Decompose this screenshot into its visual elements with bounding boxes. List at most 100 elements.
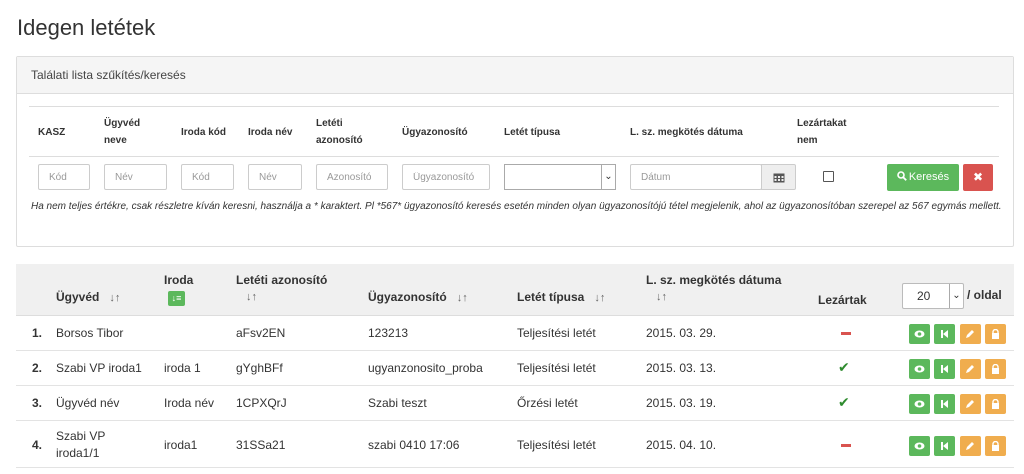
step-back-button[interactable] [934, 324, 955, 344]
filter-panel: Találati lista szűkítés/keresés [16, 56, 1014, 247]
sort-icon[interactable]: ↓↑ [246, 289, 327, 306]
sort-icon[interactable]: ↓↑ [109, 292, 120, 304]
label-kasz: KASZ [38, 127, 66, 138]
cell-ugyved: Szabi VP iroda1/1 [56, 429, 106, 460]
sort-icon[interactable]: ↓↑ [656, 289, 781, 306]
cell-leteti-azonosito: 31SSa21 [236, 438, 286, 452]
calendar-button[interactable] [761, 164, 796, 190]
edit-icon [966, 442, 974, 450]
per-page-select[interactable]: 20 ⌄ [902, 283, 964, 309]
cell-iroda: Iroda név [164, 396, 215, 410]
cell-iroda: iroda 1 [164, 361, 201, 375]
per-page-value: 20 [917, 289, 931, 303]
row-number: 1. [32, 326, 43, 340]
close-icon: ✖ [972, 170, 984, 184]
label-iroda-nev: Iroda név [248, 127, 293, 138]
ugyazonosito-input[interactable] [402, 164, 490, 190]
col-iroda[interactable]: Iroda ↓≡ [164, 272, 193, 306]
iroda-nev-input[interactable] [248, 164, 302, 190]
edit-button[interactable] [960, 324, 981, 344]
cell-leteti-azonosito: aFsv2EN [236, 326, 286, 340]
row-number: 2. [32, 361, 43, 375]
step-back-icon [941, 330, 948, 338]
search-icon [897, 171, 907, 181]
minus-icon [841, 332, 851, 335]
cell-ugyazonosito: 123213 [368, 326, 409, 340]
date-input[interactable] [630, 164, 762, 190]
clear-button[interactable]: ✖ [963, 164, 993, 191]
col-leteti-azonosito[interactable]: Letéti azonosító ↓↑ [236, 272, 327, 306]
lock-button[interactable] [985, 436, 1006, 456]
calendar-icon [773, 173, 785, 183]
cell-letet-tipusa: Őrzési letét [517, 396, 578, 410]
sort-active-icon[interactable]: ↓≡ [168, 291, 185, 306]
cell-datum: 2015. 03. 29. [646, 326, 717, 340]
col-lezartak: Lezártak [818, 293, 867, 307]
sort-icon[interactable]: ↓↑ [594, 292, 605, 304]
search-hint: Ha nem teljes értékre, csak részletre kí… [31, 201, 1002, 212]
step-back-button[interactable] [934, 394, 955, 414]
edit-icon [966, 330, 974, 338]
search-button-label: Keresés [908, 171, 950, 183]
edit-button[interactable] [960, 394, 981, 414]
cell-letet-tipusa: Teljesítési letét [517, 361, 596, 375]
check-icon: ✔ [838, 359, 850, 375]
cell-ugyazonosito: szabi 0410 17:06 [368, 438, 460, 452]
col-letet-tipusa[interactable]: Letét típusa ↓↑ [517, 289, 605, 307]
step-back-button[interactable] [934, 436, 955, 456]
letet-tipusa-select[interactable]: ⌄ [504, 164, 616, 190]
step-back-icon [941, 400, 948, 408]
search-button[interactable]: Keresés [887, 164, 959, 191]
label-megkotes-datuma: L. sz. megkötés dátuma [630, 127, 743, 138]
iroda-kod-input[interactable] [181, 164, 234, 190]
row-number: 4. [32, 438, 43, 452]
cell-ugyved: Szabi VP iroda1 [56, 361, 142, 375]
table-header: Ügyvéd ↓↑ Iroda ↓≡ Letéti azonosító ↓↑ Ü… [16, 264, 1014, 316]
view-icon [914, 400, 925, 408]
kasz-input[interactable] [38, 164, 90, 190]
lock-icon [992, 399, 999, 409]
per-page-label: / oldal [967, 288, 1002, 302]
view-icon [914, 330, 925, 338]
col-ugyazonosito[interactable]: Ügyazonosító ↓↑ [368, 289, 468, 307]
cell-leteti-azonosito: 1CPXQrJ [236, 396, 287, 410]
minus-icon [841, 444, 851, 447]
lock-icon [992, 364, 999, 374]
step-back-button[interactable] [934, 359, 955, 379]
edit-button[interactable] [960, 436, 981, 456]
table-row: 3. Ügyvéd név Iroda név 1CPXQrJ Szabi te… [16, 386, 1014, 421]
edit-icon [966, 400, 974, 408]
cell-ugyved: Borsos Tibor [56, 326, 124, 340]
lezartakat-nem-checkbox[interactable] [823, 171, 834, 182]
row-number: 3. [32, 396, 43, 410]
view-button[interactable] [909, 436, 930, 456]
label-lezartakat-nem: Lezártakat nem [797, 118, 847, 146]
edit-button[interactable] [960, 359, 981, 379]
table-row: 2. Szabi VP iroda1 iroda 1 gYghBFf ugyan… [16, 351, 1014, 386]
filter-table-border [29, 106, 999, 107]
edit-icon [966, 365, 974, 373]
page-title: Idegen letétek [17, 15, 156, 40]
view-button[interactable] [909, 359, 930, 379]
view-button[interactable] [909, 324, 930, 344]
label-iroda-kod: Iroda kód [181, 127, 227, 138]
chevron-down-icon: ⌄ [949, 284, 963, 308]
step-back-icon [941, 442, 948, 450]
lock-button[interactable] [985, 394, 1006, 414]
sort-icon[interactable]: ↓↑ [457, 292, 468, 304]
label-letet-tipusa: Letét típusa [504, 127, 561, 138]
cell-ugyved: Ügyvéd név [56, 396, 120, 410]
view-button[interactable] [909, 394, 930, 414]
cell-ugyazonosito: ugyanzonosito_proba [368, 361, 483, 375]
lock-icon [992, 441, 999, 451]
leteti-azonosito-input[interactable] [316, 164, 388, 190]
lock-button[interactable] [985, 324, 1006, 344]
col-ugyved[interactable]: Ügyvéd ↓↑ [56, 289, 120, 307]
lock-button[interactable] [985, 359, 1006, 379]
filter-divider [29, 156, 999, 157]
step-back-icon [941, 365, 948, 373]
table-row: 1. Borsos Tibor aFsv2EN 123213 Teljesíté… [16, 316, 1014, 351]
col-megkotes-datuma[interactable]: L. sz. megkötés dátuma ↓↑ [646, 272, 781, 306]
ugyved-neve-input[interactable] [104, 164, 167, 190]
filter-panel-title: Találati lista szűkítés/keresés [17, 57, 1013, 94]
